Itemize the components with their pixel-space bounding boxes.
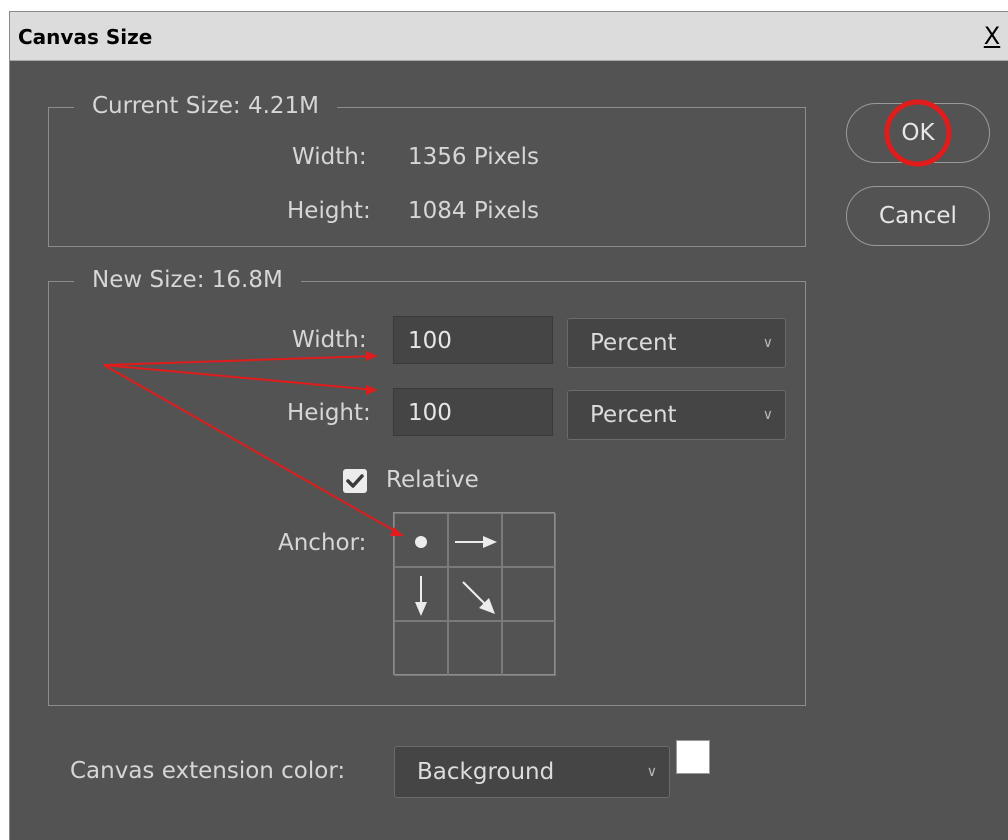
anchor-middle-right[interactable] [502,567,556,621]
arrow-down-right-icon [462,581,495,614]
new-size-legend: New Size: 16.8M [74,267,301,293]
chevron-down-icon: ∨ [762,407,773,423]
arrow-right-icon [455,536,497,548]
current-width-value: 1356 Pixels [408,144,540,170]
relative-checkbox[interactable] [343,469,367,493]
title-bar: Canvas Size X [10,12,1008,61]
ok-button[interactable]: OK [846,103,990,163]
current-height-label: Height: [287,198,371,224]
new-width-label: Width: [292,327,367,353]
anchor-top-left[interactable] [394,513,448,567]
anchor-bottom-center[interactable] [448,621,502,676]
dot-icon [415,536,427,548]
extension-color-label: Canvas extension color: [70,758,346,784]
new-height-label: Height: [287,400,371,426]
height-unit-value: Percent [590,402,677,428]
anchor-middle-left[interactable] [394,567,448,621]
anchor-top-right[interactable] [502,513,556,567]
extension-color-value: Background [417,759,555,785]
height-unit-select[interactable]: Percent ∨ [567,390,786,440]
width-input[interactable]: 100 [393,316,553,364]
relative-label: Relative [386,467,479,493]
checkmark-icon [346,474,364,488]
cancel-button[interactable]: Cancel [846,186,990,246]
chevron-down-icon: ∨ [762,335,773,351]
extension-color-select[interactable]: Background ∨ [394,746,670,798]
anchor-label: Anchor: [278,530,367,556]
current-size-group [48,107,806,247]
width-unit-value: Percent [590,330,677,356]
close-button[interactable]: X [977,20,1007,52]
dialog-title: Canvas Size [18,25,153,49]
current-width-label: Width: [292,144,367,170]
anchor-middle-center[interactable] [448,567,502,621]
height-input[interactable]: 100 [393,388,553,436]
current-height-value: 1084 Pixels [408,198,540,224]
width-unit-select[interactable]: Percent ∨ [567,318,786,368]
anchor-bottom-right[interactable] [502,621,556,676]
anchor-bottom-left[interactable] [394,621,448,676]
anchor-top-center[interactable] [448,513,502,567]
arrow-down-icon [415,576,427,616]
chevron-down-icon: ∨ [646,764,657,780]
extension-color-swatch[interactable] [676,740,710,774]
anchor-grid [393,512,556,676]
current-size-legend: Current Size: 4.21M [74,93,338,119]
